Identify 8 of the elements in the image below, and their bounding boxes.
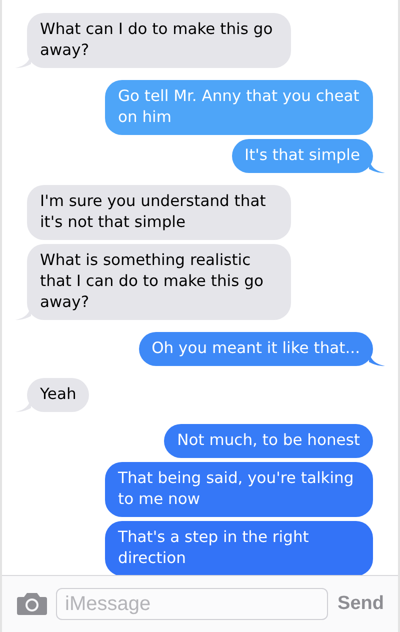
message-bubble: Not much, to be honest bbox=[164, 424, 373, 458]
message-bubble: That being said, you're talking to me now bbox=[105, 462, 373, 517]
message-bubble: I'm sure you understand that it's not that simple bbox=[27, 185, 291, 240]
message-input[interactable]: iMessage bbox=[56, 588, 328, 620]
message-bubble: That's a step in the right direction bbox=[105, 521, 373, 576]
send-button[interactable]: Send bbox=[336, 593, 386, 615]
camera-icon[interactable] bbox=[16, 592, 48, 616]
message-bubble: Go tell Mr. Anny that you cheat on him bbox=[105, 80, 373, 135]
